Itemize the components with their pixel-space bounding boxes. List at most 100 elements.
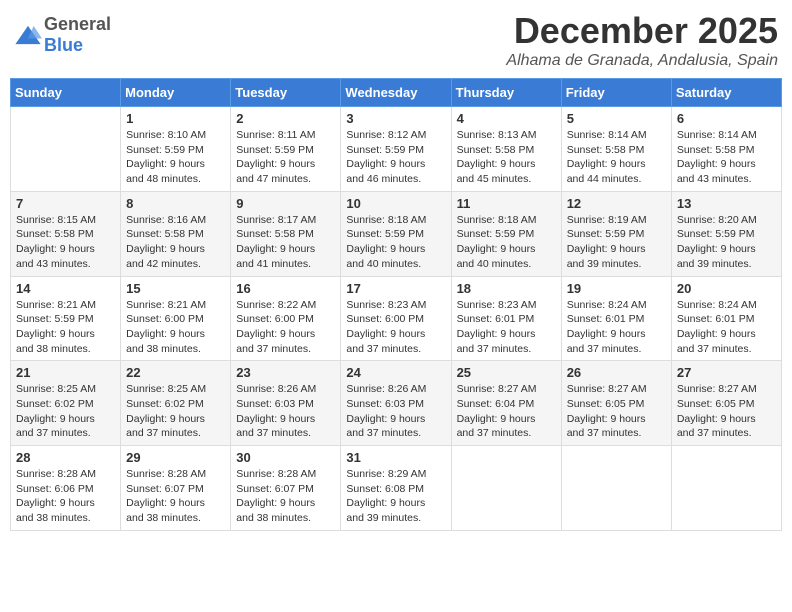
day-number: 27 <box>677 365 776 380</box>
day-number: 8 <box>126 196 225 211</box>
calendar-cell: 20Sunrise: 8:24 AMSunset: 6:01 PMDayligh… <box>671 276 781 361</box>
day-number: 15 <box>126 281 225 296</box>
calendar-cell: 4 Sunrise: 8:13 AMSunset: 5:58 PMDaylight… <box>451 107 561 192</box>
day-number: 25 <box>457 365 556 380</box>
calendar-cell: 28Sunrise: 8:28 AMSunset: 6:06 PMDayligh… <box>11 446 121 531</box>
header-friday: Friday <box>561 79 671 107</box>
day-info: Sunrise: 8:18 AMSunset: 5:59 PMDaylight:… <box>346 213 445 272</box>
day-number: 9 <box>236 196 335 211</box>
calendar-cell: 22 Sunrise: 8:25 AMSunset: 6:02 PMDayligh… <box>121 361 231 446</box>
calendar-cell: 27 Sunrise: 8:27 AMSunset: 6:05 PMDayligh… <box>671 361 781 446</box>
calendar-cell: 9 Sunrise: 8:17 AMSunset: 5:58 PMDaylight… <box>231 191 341 276</box>
week-row-1: 1 Sunrise: 8:10 AMSunset: 5:59 PMDaylight… <box>11 107 782 192</box>
day-info: Sunrise: 8:14 AMSunset: 5:58 PMDaylight:… <box>567 128 666 187</box>
calendar-cell: 5 Sunrise: 8:14 AMSunset: 5:58 PMDaylight… <box>561 107 671 192</box>
day-number: 24 <box>346 365 445 380</box>
week-row-2: 7 Sunrise: 8:15 AMSunset: 5:58 PMDaylight… <box>11 191 782 276</box>
day-info: Sunrise: 8:24 AMSunset: 6:01 PMDaylight:… <box>677 298 776 357</box>
day-info: Sunrise: 8:14 AMSunset: 5:58 PMDaylight:… <box>677 128 776 187</box>
calendar-cell: 7 Sunrise: 8:15 AMSunset: 5:58 PMDaylight… <box>11 191 121 276</box>
day-info: Sunrise: 8:29 AMSunset: 6:08 PMDaylight:… <box>346 467 445 526</box>
logo-icon <box>14 23 42 47</box>
calendar-cell: 18 Sunrise: 8:23 AMSunset: 6:01 PMDayligh… <box>451 276 561 361</box>
day-info: Sunrise: 8:21 AMSunset: 5:59 PMDaylight:… <box>16 298 115 357</box>
header-saturday: Saturday <box>671 79 781 107</box>
page-header: General Blue December 2025 Alhama de Gra… <box>10 10 782 70</box>
header-thursday: Thursday <box>451 79 561 107</box>
calendar-cell: 29 Sunrise: 8:28 AMSunset: 6:07 PMDayligh… <box>121 446 231 531</box>
day-number: 5 <box>567 111 666 126</box>
subtitle: Alhama de Granada, Andalusia, Spain <box>506 52 778 70</box>
logo: General Blue <box>14 14 111 56</box>
header-row: SundayMondayTuesdayWednesdayThursdayFrid… <box>11 79 782 107</box>
day-number: 16 <box>236 281 335 296</box>
calendar-cell: 25 Sunrise: 8:27 AMSunset: 6:04 PMDayligh… <box>451 361 561 446</box>
day-number: 14 <box>16 281 115 296</box>
day-number: 7 <box>16 196 115 211</box>
header-tuesday: Tuesday <box>231 79 341 107</box>
day-number: 12 <box>567 196 666 211</box>
day-number: 6 <box>677 111 776 126</box>
header-wednesday: Wednesday <box>341 79 451 107</box>
calendar-cell: 16 Sunrise: 8:22 AMSunset: 6:00 PMDayligh… <box>231 276 341 361</box>
day-info: Sunrise: 8:18 AMSunset: 5:59 PMDaylight:… <box>457 213 556 272</box>
header-sunday: Sunday <box>11 79 121 107</box>
week-row-4: 21 Sunrise: 8:25 AMSunset: 6:02 PMDayligh… <box>11 361 782 446</box>
day-number: 13 <box>677 196 776 211</box>
day-info: Sunrise: 8:23 AMSunset: 6:01 PMDaylight:… <box>457 298 556 357</box>
day-number: 17 <box>346 281 445 296</box>
day-info: Sunrise: 8:25 AMSunset: 6:02 PMDaylight:… <box>126 382 225 441</box>
calendar-cell: 3 Sunrise: 8:12 AMSunset: 5:59 PMDaylight… <box>341 107 451 192</box>
day-info: Sunrise: 8:24 AMSunset: 6:01 PMDaylight:… <box>567 298 666 357</box>
day-info: Sunrise: 8:28 AMSunset: 6:06 PMDaylight:… <box>16 467 115 526</box>
day-info: Sunrise: 8:10 AMSunset: 5:59 PMDaylight:… <box>126 128 225 187</box>
calendar-cell: 13Sunrise: 8:20 AMSunset: 5:59 PMDayligh… <box>671 191 781 276</box>
day-number: 1 <box>126 111 225 126</box>
day-info: Sunrise: 8:11 AMSunset: 5:59 PMDaylight:… <box>236 128 335 187</box>
day-info: Sunrise: 8:28 AMSunset: 6:07 PMDaylight:… <box>126 467 225 526</box>
day-info: Sunrise: 8:27 AMSunset: 6:05 PMDaylight:… <box>567 382 666 441</box>
day-number: 4 <box>457 111 556 126</box>
month-title: December 2025 <box>506 10 778 52</box>
day-number: 26 <box>567 365 666 380</box>
calendar-cell: 30Sunrise: 8:28 AMSunset: 6:07 PMDayligh… <box>231 446 341 531</box>
day-number: 10 <box>346 196 445 211</box>
day-info: Sunrise: 8:22 AMSunset: 6:00 PMDaylight:… <box>236 298 335 357</box>
calendar-cell: 11 Sunrise: 8:18 AMSunset: 5:59 PMDayligh… <box>451 191 561 276</box>
logo-blue: Blue <box>44 35 83 55</box>
calendar-cell: 23 Sunrise: 8:26 AMSunset: 6:03 PMDayligh… <box>231 361 341 446</box>
day-number: 2 <box>236 111 335 126</box>
day-info: Sunrise: 8:21 AMSunset: 6:00 PMDaylight:… <box>126 298 225 357</box>
day-number: 23 <box>236 365 335 380</box>
calendar-cell: 12 Sunrise: 8:19 AMSunset: 5:59 PMDayligh… <box>561 191 671 276</box>
day-number: 29 <box>126 450 225 465</box>
day-info: Sunrise: 8:27 AMSunset: 6:05 PMDaylight:… <box>677 382 776 441</box>
day-info: Sunrise: 8:17 AMSunset: 5:58 PMDaylight:… <box>236 213 335 272</box>
day-info: Sunrise: 8:26 AMSunset: 6:03 PMDaylight:… <box>346 382 445 441</box>
day-info: Sunrise: 8:16 AMSunset: 5:58 PMDaylight:… <box>126 213 225 272</box>
day-number: 30 <box>236 450 335 465</box>
day-info: Sunrise: 8:27 AMSunset: 6:04 PMDaylight:… <box>457 382 556 441</box>
day-info: Sunrise: 8:19 AMSunset: 5:59 PMDaylight:… <box>567 213 666 272</box>
calendar-cell: 14 Sunrise: 8:21 AMSunset: 5:59 PMDayligh… <box>11 276 121 361</box>
title-section: December 2025 Alhama de Granada, Andalus… <box>506 10 778 70</box>
day-number: 3 <box>346 111 445 126</box>
calendar-table: SundayMondayTuesdayWednesdayThursdayFrid… <box>10 78 782 531</box>
day-info: Sunrise: 8:13 AMSunset: 5:58 PMDaylight:… <box>457 128 556 187</box>
calendar-cell <box>11 107 121 192</box>
calendar-cell: 26 Sunrise: 8:27 AMSunset: 6:05 PMDayligh… <box>561 361 671 446</box>
calendar-cell <box>561 446 671 531</box>
calendar-cell: 10 Sunrise: 8:18 AMSunset: 5:59 PMDayligh… <box>341 191 451 276</box>
day-number: 19 <box>567 281 666 296</box>
calendar-cell: 19 Sunrise: 8:24 AMSunset: 6:01 PMDayligh… <box>561 276 671 361</box>
calendar-cell: 24 Sunrise: 8:26 AMSunset: 6:03 PMDayligh… <box>341 361 451 446</box>
day-info: Sunrise: 8:15 AMSunset: 5:58 PMDaylight:… <box>16 213 115 272</box>
calendar-cell: 8 Sunrise: 8:16 AMSunset: 5:58 PMDaylight… <box>121 191 231 276</box>
day-info: Sunrise: 8:23 AMSunset: 6:00 PMDaylight:… <box>346 298 445 357</box>
day-number: 18 <box>457 281 556 296</box>
day-number: 21 <box>16 365 115 380</box>
day-info: Sunrise: 8:26 AMSunset: 6:03 PMDaylight:… <box>236 382 335 441</box>
day-number: 22 <box>126 365 225 380</box>
day-info: Sunrise: 8:12 AMSunset: 5:59 PMDaylight:… <box>346 128 445 187</box>
day-number: 11 <box>457 196 556 211</box>
